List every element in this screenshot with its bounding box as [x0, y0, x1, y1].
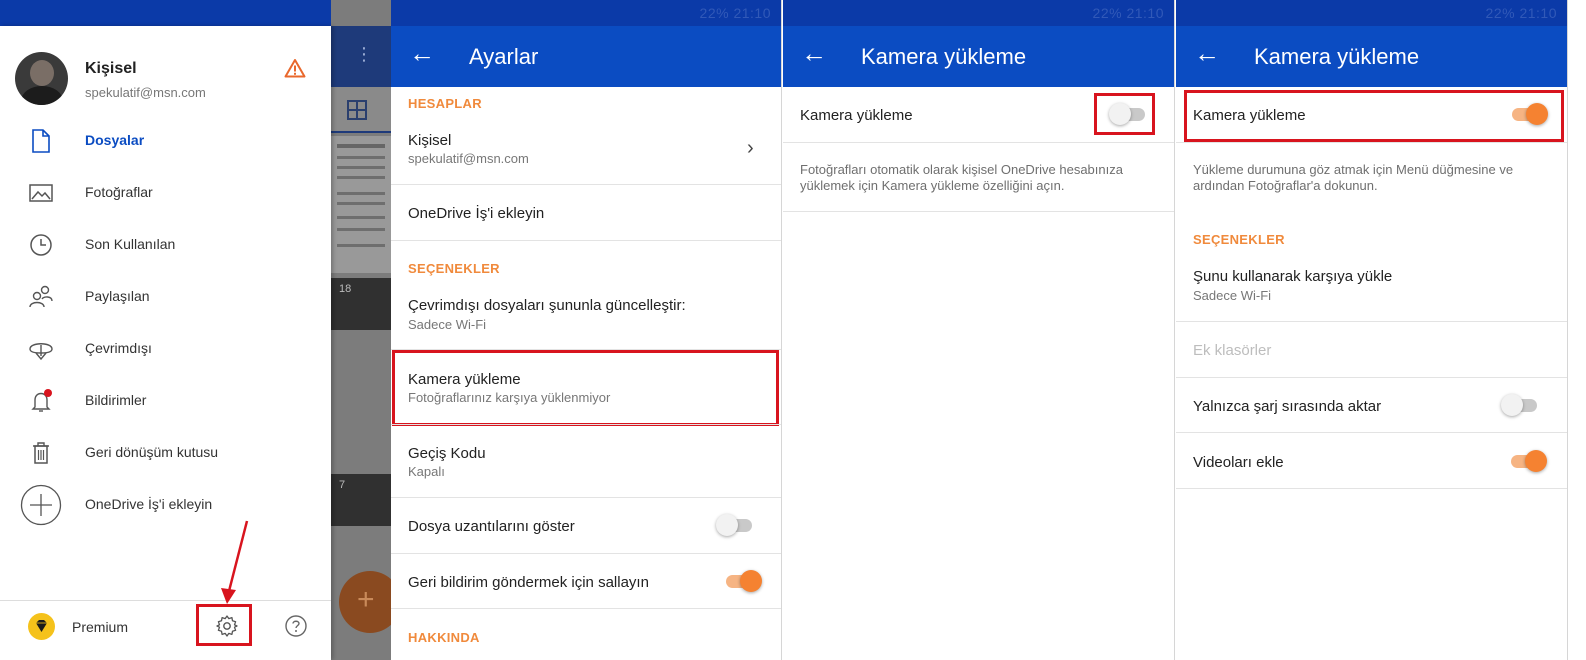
- nav-item-recycle-bin[interactable]: Geri dönüşüm kutusu: [0, 427, 331, 479]
- nav-drawer: Kişisel spekulatif@msn.com Dosyalar Foto…: [0, 26, 331, 660]
- nav-item-label: Dosyalar: [85, 132, 145, 148]
- thumbnail-count: 7: [339, 479, 346, 491]
- camera-upload-off-panel: 22% 21:10 ← Kamera yükleme Kamera yüklem…: [783, 0, 1175, 660]
- dimmed-background: ⋮ 18 7 +: [331, 0, 391, 660]
- more-vertical-icon: ⋮: [355, 44, 373, 64]
- setting-include-videos: Videoları ekle: [1193, 454, 1284, 471]
- help-icon[interactable]: [284, 614, 308, 643]
- fab-add-button: +: [339, 571, 391, 633]
- nav-item-label: Çevrimdışı: [85, 340, 152, 356]
- annotation-arrow: [221, 520, 249, 604]
- drawer-panel: ⋮ 18 7 + Kişisel spekulatif@msn.com Dosy…: [0, 0, 391, 660]
- offline-icon: [28, 336, 54, 362]
- app-bar: ← Kamera yükleme: [783, 26, 1174, 87]
- setting-title: Çevrimdışı dosyaları şununla güncelleşti…: [408, 297, 686, 314]
- setting-extra-folders[interactable]: Ek klasörler: [1193, 342, 1271, 359]
- setting-title: Şunu kullanarak karşıya yükle: [1193, 268, 1393, 285]
- nav-item-label: Paylaşılan: [85, 288, 150, 304]
- camera-upload-description: Yükleme durumuna göz atmak için Menü düğ…: [1193, 162, 1514, 193]
- nav-item-label: Son Kullanılan: [85, 236, 176, 252]
- setting-shake-feedback: Geri bildirim göndermek için sallayın: [408, 574, 649, 591]
- premium-diamond-icon: [28, 613, 55, 640]
- nav-item-add-business[interactable]: OneDrive İş'i ekleyin: [0, 479, 331, 531]
- include-videos-toggle[interactable]: [1509, 447, 1547, 475]
- premium-label[interactable]: Premium: [72, 619, 128, 635]
- people-icon: [28, 284, 54, 310]
- show-extensions-toggle[interactable]: [716, 511, 754, 539]
- nav-item-notifications[interactable]: Bildirimler: [0, 375, 331, 427]
- grid-view-icon: [347, 100, 367, 120]
- status-bar: 22% 21:10: [783, 0, 1174, 26]
- section-header-options: SEÇENEKLER: [1193, 232, 1285, 247]
- add-circle-icon: [20, 484, 62, 526]
- status-bar: 22% 21:10: [1176, 0, 1567, 26]
- shake-feedback-toggle[interactable]: [724, 567, 762, 595]
- setting-subtitle: Kapalı: [408, 464, 445, 479]
- highlight-box: [1184, 90, 1564, 142]
- avatar[interactable]: [15, 52, 68, 105]
- page-title: Kamera yükleme: [861, 44, 1027, 69]
- status-bar: 22% 21:10: [391, 0, 781, 26]
- nav-item-label: Geri dönüşüm kutusu: [85, 444, 219, 460]
- setting-add-business[interactable]: OneDrive İş'i ekleyin: [408, 205, 544, 222]
- settings-panel: 22% 21:10 ← Ayarlar HESAPLAR Kişisel spe…: [391, 0, 782, 660]
- setting-subtitle: Sadece Wi-Fi: [1193, 288, 1272, 303]
- setting-charging-only: Yalnızca şarj sırasında aktar: [1193, 398, 1382, 415]
- setting-subtitle: spekulatif@msn.com: [408, 151, 529, 166]
- highlight-box: [1094, 93, 1155, 135]
- trash-icon: [28, 440, 54, 466]
- section-header-options: SEÇENEKLER: [408, 261, 500, 276]
- nav-item-photos[interactable]: Fotoğraflar: [0, 167, 331, 219]
- document-thumbnail: [331, 136, 391, 273]
- account-name: Kişisel: [85, 60, 137, 77]
- nav-item-label: OneDrive İş'i ekleyin: [85, 496, 213, 512]
- back-arrow-icon[interactable]: ←: [801, 38, 827, 69]
- clock-icon: [28, 232, 54, 258]
- bell-icon: [28, 388, 54, 414]
- thumbnail-count: 18: [339, 283, 352, 295]
- nav-item-files[interactable]: Dosyalar: [0, 115, 331, 167]
- nav-item-label: Bildirimler: [85, 392, 147, 408]
- file-icon: [28, 128, 54, 154]
- back-arrow-icon[interactable]: ←: [1194, 38, 1220, 69]
- nav-item-recent[interactable]: Son Kullanılan: [0, 219, 331, 271]
- setting-title: Kişisel: [408, 132, 452, 149]
- charging-only-toggle[interactable]: [1501, 391, 1539, 419]
- nav-item-label: Fotoğraflar: [85, 184, 153, 200]
- highlight-box: [392, 350, 779, 426]
- chevron-right-icon: ›: [747, 137, 754, 159]
- setting-subtitle: Sadece Wi-Fi: [408, 317, 487, 332]
- setting-title: Geçiş Kodu: [408, 445, 486, 462]
- app-bar: ← Ayarlar: [391, 26, 781, 87]
- camera-upload-description: Fotoğrafları otomatik olarak kişisel One…: [800, 162, 1123, 193]
- warning-icon[interactable]: [284, 58, 306, 83]
- camera-upload-on-panel: 22% 21:10 ← Kamera yükleme Kamera yüklem…: [1176, 0, 1568, 660]
- page-title: Ayarlar: [469, 44, 539, 69]
- account-email: spekulatif@msn.com: [85, 85, 206, 100]
- nav-item-shared[interactable]: Paylaşılan: [0, 271, 331, 323]
- image-icon: [28, 180, 54, 206]
- section-header-about: HAKKINDA: [408, 630, 480, 645]
- app-bar: ← Kamera yükleme: [1176, 26, 1567, 87]
- camera-upload-label: Kamera yükleme: [800, 107, 913, 124]
- setting-show-extensions: Dosya uzantılarını göster: [408, 518, 575, 535]
- nav-item-offline[interactable]: Çevrimdışı: [0, 323, 331, 375]
- highlight-box: [196, 604, 252, 646]
- page-title: Kamera yükleme: [1254, 44, 1420, 69]
- back-arrow-icon[interactable]: ←: [409, 38, 435, 69]
- section-header-accounts: HESAPLAR: [408, 96, 482, 111]
